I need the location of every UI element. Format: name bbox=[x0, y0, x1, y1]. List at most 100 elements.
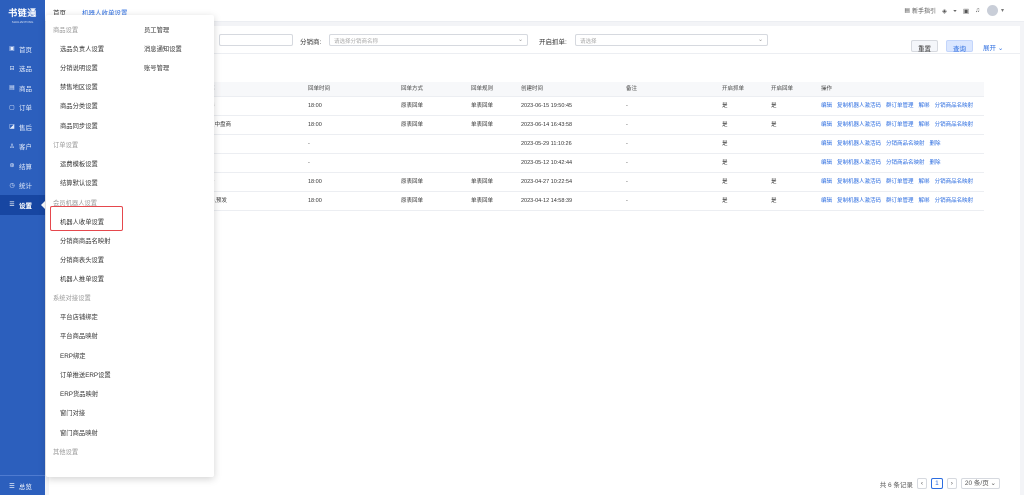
row-actions: 编辑 复制机器人激活码 群订单管理 解绑 分销商品名映射 bbox=[821, 173, 978, 192]
grab-order-select[interactable]: 请选择 ⌄ bbox=[575, 34, 768, 46]
row-action-link[interactable]: 群订单管理 bbox=[886, 122, 914, 128]
headset-icon[interactable]: ◒ bbox=[953, 7, 957, 14]
menu-item[interactable]: 消息通知设置 bbox=[144, 44, 182, 53]
menu-item[interactable]: 商品分类设置 bbox=[60, 101, 98, 110]
sidebar-item-label: 选品 bbox=[19, 66, 32, 74]
avatar[interactable] bbox=[986, 5, 998, 16]
app-logo-name: 书链通 bbox=[8, 8, 37, 18]
menu-item[interactable]: 窗门商品映射 bbox=[60, 428, 98, 437]
grab-order-placeholder: 请选择 bbox=[580, 39, 597, 45]
sidebar-item-4[interactable]: ◪ 售后 bbox=[0, 117, 45, 137]
menu-item[interactable]: 分销说明设置 bbox=[60, 63, 98, 72]
menu-item[interactable]: 平台商品映射 bbox=[60, 331, 98, 340]
row-action-link[interactable]: 分销商品名映射 bbox=[886, 160, 925, 166]
sidebar: 书链通 SHULIANTONG ▣ 首页 ⊟ 选品 ▤ 商品 ▢ 订单 ◪ 售后 ♙ 客户 ⊛ 结算 ◷ 统计… bbox=[0, 0, 45, 495]
row-action-link[interactable]: 解绑 bbox=[919, 198, 930, 204]
menu-icon: ☰ bbox=[9, 482, 15, 490]
row-action-link[interactable]: 分销商品名映射 bbox=[935, 198, 974, 204]
menu-item[interactable]: 账号管理 bbox=[144, 63, 169, 72]
row-action-link[interactable]: 解绑 bbox=[919, 179, 930, 185]
row-action-link[interactable]: 群订单管理 bbox=[886, 198, 914, 204]
row-action-link[interactable]: 编辑 bbox=[821, 198, 832, 204]
row-action-link[interactable]: 分销商品名映射 bbox=[935, 179, 974, 185]
expand-button[interactable]: 展开 ⌄ bbox=[983, 40, 1003, 52]
row-action-link[interactable]: 群订单管理 bbox=[886, 179, 914, 185]
row-action-link[interactable]: 分销商品名映射 bbox=[886, 141, 925, 147]
distributor-placeholder: 请选择分销商名称 bbox=[334, 39, 379, 45]
row-action-link[interactable]: 复制机器人激活码 bbox=[837, 198, 881, 204]
menu-item[interactable]: 平台店铺绑定 bbox=[60, 312, 98, 321]
document-icon[interactable]: ▣ bbox=[963, 7, 969, 15]
menu-item[interactable]: 分销商表头设置 bbox=[60, 255, 104, 264]
goods-icon: ▤ bbox=[9, 85, 15, 92]
chevron-down-icon[interactable]: ▾ bbox=[1001, 7, 1004, 14]
prev-page-button[interactable]: ‹ bbox=[916, 478, 928, 489]
sidebar-item-label: 统计 bbox=[19, 183, 32, 191]
row-action-link[interactable]: 编辑 bbox=[821, 141, 832, 147]
row-action-link[interactable]: 解绑 bbox=[919, 103, 930, 109]
next-page-button[interactable]: › bbox=[946, 478, 957, 489]
shield-icon[interactable]: ◈ bbox=[942, 7, 947, 15]
query-button[interactable]: 查询 bbox=[946, 40, 973, 53]
settings-icon: ☰ bbox=[9, 202, 15, 209]
row-actions: 编辑 复制机器人激活码 分销商品名映射 删除 bbox=[821, 154, 946, 173]
sidebar-item-5[interactable]: ♙ 客户 bbox=[0, 137, 45, 157]
row-action-link[interactable]: 群订单管理 bbox=[886, 103, 914, 109]
sidebar-item-2[interactable]: ▤ 商品 bbox=[0, 78, 45, 98]
row-action-link[interactable]: 分销商品名映射 bbox=[935, 103, 974, 109]
row-action-link[interactable]: 解绑 bbox=[919, 122, 930, 128]
column-header: 开启抓单 bbox=[722, 86, 745, 92]
row-action-link[interactable]: 删除 bbox=[930, 160, 941, 166]
row-action-link[interactable]: 复制机器人激活码 bbox=[837, 179, 881, 185]
table-cell-back: 是 bbox=[771, 198, 777, 204]
sidebar-item-3[interactable]: ▢ 订单 bbox=[0, 98, 45, 118]
menu-item[interactable]: 机器人推单设置 bbox=[60, 274, 104, 283]
row-action-link[interactable]: 编辑 bbox=[821, 179, 832, 185]
row-action-link[interactable]: 复制机器人激活码 bbox=[837, 160, 881, 166]
distributor-select[interactable]: 请选择分销商名称 ⌄ bbox=[329, 34, 528, 46]
menu-item[interactable]: ERP绑定 bbox=[60, 351, 86, 360]
page-size-select[interactable]: 20 条/页 ⌄ bbox=[960, 478, 1000, 489]
table-cell-back: 是 bbox=[771, 103, 777, 109]
chevron-down-icon: ⌄ bbox=[997, 45, 1004, 52]
menu-item[interactable]: 结算默认设置 bbox=[60, 178, 98, 187]
table-cell-rule: 单表回单 bbox=[471, 198, 494, 204]
table-cell-note: - bbox=[626, 198, 628, 204]
sidebar-item-0[interactable]: ▣ 首页 bbox=[0, 39, 45, 59]
table-cell-back: 是 bbox=[771, 122, 777, 128]
row-action-link[interactable]: 删除 bbox=[930, 141, 941, 147]
menu-item[interactable]: 订单推送ERP设置 bbox=[60, 370, 111, 379]
guide-link[interactable]: 新手指引 bbox=[912, 6, 936, 15]
row-action-link[interactable]: 编辑 bbox=[821, 122, 832, 128]
menu-item[interactable]: 选品负责人设置 bbox=[60, 44, 104, 53]
row-action-link[interactable]: 分销商品名映射 bbox=[935, 122, 974, 128]
menu-item[interactable]: 员工管理 bbox=[144, 25, 169, 34]
menu-item[interactable]: 运费模板设置 bbox=[60, 159, 98, 168]
sidebar-item-label: 设置 bbox=[19, 202, 32, 210]
menu-item[interactable]: 窗门对接 bbox=[60, 408, 85, 417]
table-cell-created: 2023-05-29 11:10:26 bbox=[521, 141, 572, 147]
filter-name-input[interactable] bbox=[219, 34, 293, 46]
row-action-link[interactable]: 编辑 bbox=[821, 103, 832, 109]
table-cell-grab: 是 bbox=[722, 141, 728, 147]
menu-item[interactable]: 商品同步设置 bbox=[60, 121, 98, 130]
sidebar-item-8[interactable]: ☰ 设置 bbox=[0, 195, 45, 215]
sidebar-item-1[interactable]: ⊟ 选品 bbox=[0, 59, 45, 79]
menu-item[interactable]: 禁售地区设置 bbox=[60, 82, 98, 91]
row-action-link[interactable]: 编辑 bbox=[821, 160, 832, 166]
menu-item[interactable]: 分销商商品名映射 bbox=[60, 236, 110, 245]
table-cell-created: 2023-05-12 10:42:44 bbox=[521, 160, 573, 166]
sidebar-overview-button[interactable]: ☰ 总览 bbox=[0, 475, 45, 495]
row-action-link[interactable]: 复制机器人激活码 bbox=[837, 141, 881, 147]
menu-item[interactable]: ERP货品映射 bbox=[60, 389, 98, 398]
row-action-link[interactable]: 复制机器人激活码 bbox=[837, 122, 881, 128]
column-header: 回单方式 bbox=[401, 86, 424, 92]
app-logo[interactable]: 书链通 SHULIANTONG bbox=[0, 6, 45, 24]
table-cell-method: 原表回单 bbox=[401, 198, 424, 204]
row-action-link[interactable]: 复制机器人激活码 bbox=[837, 103, 881, 109]
reset-button[interactable]: 重置 bbox=[911, 40, 938, 53]
bell-icon[interactable]: ♫ bbox=[975, 7, 980, 14]
sidebar-item-6[interactable]: ⊛ 结算 bbox=[0, 156, 45, 176]
page-1-button[interactable]: 1 bbox=[931, 478, 943, 489]
sidebar-item-7[interactable]: ◷ 统计 bbox=[0, 176, 45, 196]
